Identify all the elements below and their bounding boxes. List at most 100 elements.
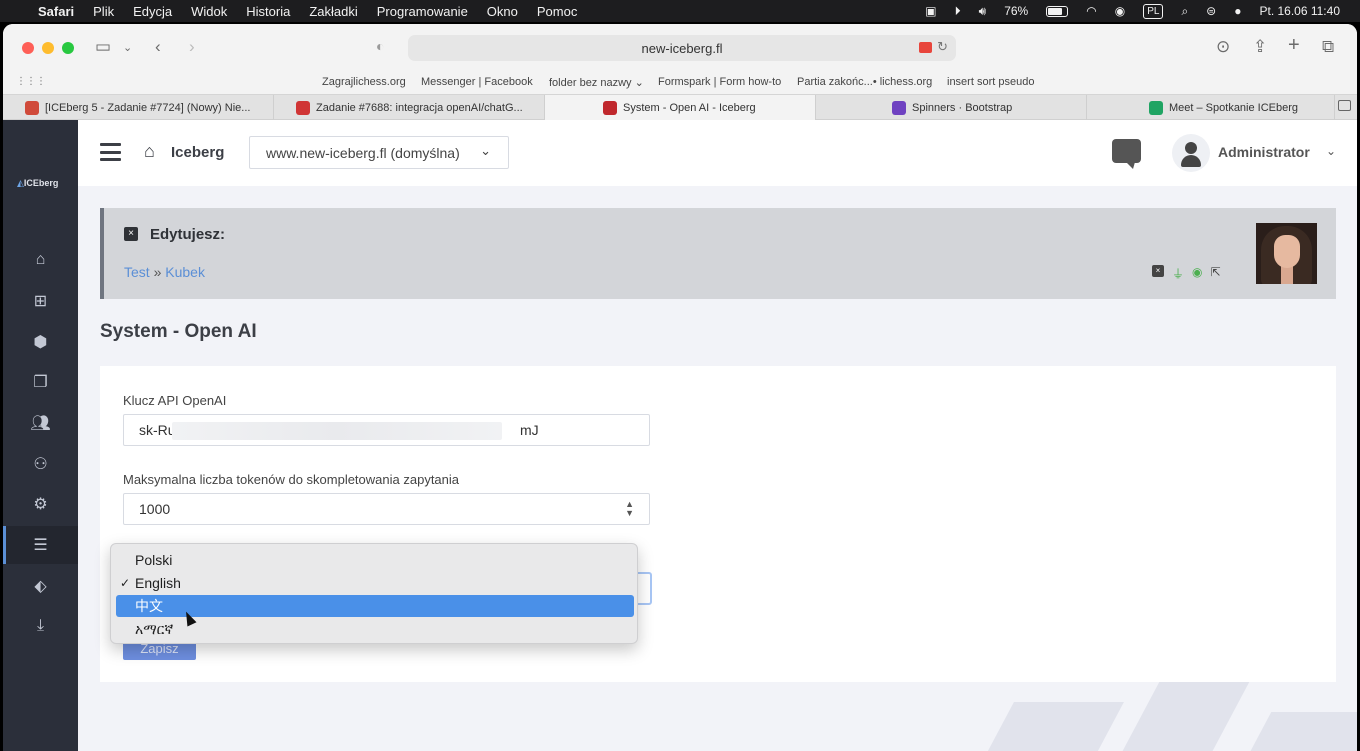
bookmark-item[interactable]: insert sort pseudo (947, 76, 1034, 88)
forward-icon[interactable]: › (189, 37, 195, 57)
privacy-shield-icon[interactable]: ◐ (376, 38, 384, 54)
eye-icon[interactable]: ◉ (1192, 265, 1202, 282)
redacted-area (172, 422, 502, 440)
external-link-icon[interactable]: ⇱ (1211, 265, 1221, 282)
option-polski[interactable]: Polski (116, 549, 634, 571)
gear-icon: ⚙ (33, 496, 48, 513)
breadcrumb-link[interactable]: Kubek (165, 264, 205, 280)
bookmark-item[interactable]: Messenger | Facebook (421, 76, 533, 88)
nav-structure[interactable]: ⊞ (3, 282, 78, 320)
tokens-input[interactable]: 1000 ▲ ▼ (123, 493, 650, 525)
menu-bookmarks[interactable]: Zakładki (309, 4, 357, 19)
nav-groups[interactable]: ⚇ (3, 445, 78, 483)
nav-home[interactable]: ⌂ (3, 241, 78, 279)
stepper-icon[interactable]: ▲ ▼ (625, 500, 634, 518)
page-title: System - Open AI (100, 321, 257, 342)
bookmark-item[interactable]: folder bez nazwy ⌄ (549, 76, 644, 89)
brand-name[interactable]: Iceberg (171, 144, 224, 161)
menu-window[interactable]: Okno (487, 4, 518, 19)
plug-icon[interactable]: ⏚ (1172, 265, 1184, 282)
menu-develop[interactable]: Programowanie (377, 4, 468, 19)
nav-settings[interactable]: ⚙ (3, 485, 78, 523)
close-icon[interactable]: × (1152, 265, 1164, 277)
tab-overview-icon[interactable] (1338, 100, 1351, 111)
home-icon[interactable]: ⌂ (144, 141, 155, 162)
browser-tab-active[interactable]: System - Open AI - Iceberg (545, 95, 816, 120)
status-area: ▣ ⏵ 🔊︎ 76% ◠ ◉ PL ⌕ ⊜ ● Pt. 16.06 11:40 (925, 0, 1340, 22)
site-select-value: www.new-iceberg.fl (domyślna) (266, 144, 460, 161)
breadcrumb-separator: » (153, 264, 162, 280)
browser-tab[interactable]: Zadanie #7688: integracja openAI/chatG..… (274, 95, 545, 120)
control-center-icon[interactable]: ⊜ (1206, 4, 1216, 18)
tab-title: Spinners · Bootstrap (912, 101, 1013, 114)
clock[interactable]: Pt. 16.06 11:40 (1259, 4, 1340, 18)
nav-tags[interactable]: ⬖ (3, 567, 78, 605)
sidebar-toggle-icon[interactable]: ▭ (95, 37, 111, 57)
close-window-button[interactable] (22, 42, 34, 54)
share-icon[interactable]: ⇪ (1253, 37, 1267, 57)
server-icon: ☰ (33, 537, 48, 554)
menu-view[interactable]: Widok (191, 4, 227, 19)
bookmark-item[interactable]: Formspark | Form how-to (658, 76, 781, 88)
close-edit-icon[interactable]: × (124, 227, 138, 241)
logo-text: ICEberg (23, 178, 59, 188)
menu-file[interactable]: Plik (93, 4, 114, 19)
tab-title: System - Open AI - Iceberg (623, 101, 756, 114)
breadcrumb-link[interactable]: Test (124, 264, 150, 280)
app-sidebar: ◭ICEberg ⌂ ⊞ ⬢ ❐ 👥︎ ⚇ ⚙ ☰ ⬖ ⤓ (3, 120, 78, 751)
app-logo[interactable]: ◭ICEberg (17, 178, 58, 189)
option-chinese[interactable]: 中文 (116, 595, 634, 617)
back-icon[interactable]: ‹ (155, 37, 161, 57)
spotlight-icon[interactable]: ⌕ (1181, 4, 1188, 19)
nav-download[interactable]: ⤓ (3, 607, 78, 645)
tab-bar: [ICEberg 5 - Zadanie #7724] (Nowy) Nie..… (3, 94, 1357, 120)
nav-pages[interactable]: ❐ (3, 363, 78, 401)
nav-users[interactable]: 👥︎ (3, 404, 78, 442)
menu-history[interactable]: Historia (246, 4, 290, 19)
volume-icon[interactable]: 🔊︎ (979, 4, 987, 19)
bookmark-item[interactable]: Zagrajlichess.org (322, 76, 406, 88)
browser-tab[interactable]: Spinners · Bootstrap (816, 95, 1087, 120)
edit-banner: × Edytujesz: Test » Kubek × ⏚ ◉ ⇱ (100, 208, 1336, 299)
background-pattern (78, 682, 1357, 751)
api-key-input[interactable]: sk-Ru mJ (123, 414, 650, 446)
browser-tab[interactable]: [ICEberg 5 - Zadanie #7724] (Nowy) Nie..… (3, 95, 274, 120)
input-language[interactable]: PL (1143, 3, 1164, 19)
chevron-down-icon[interactable]: ⌄ (1326, 144, 1336, 158)
menu-toggle-icon[interactable] (100, 143, 121, 161)
address-bar[interactable]: new-iceberg.fl ↻ (408, 35, 956, 61)
chevron-down-icon[interactable]: ⌄ (123, 41, 132, 54)
minimize-window-button[interactable] (42, 42, 54, 54)
window-icon[interactable]: ▣ (925, 4, 936, 18)
nav-system[interactable]: ☰ (3, 526, 78, 564)
menu-app[interactable]: Safari (38, 4, 74, 19)
url-text: new-iceberg.fl (641, 40, 723, 56)
wifi-icon[interactable]: ◠ (1086, 4, 1096, 18)
user-switch-icon[interactable]: ◉ (1115, 4, 1125, 18)
menu-edit[interactable]: Edycja (133, 4, 172, 19)
option-english[interactable]: ✓ English (116, 572, 634, 594)
zoom-window-button[interactable] (62, 42, 74, 54)
battery-icon[interactable] (1046, 5, 1069, 17)
new-tab-icon[interactable]: + (1288, 34, 1300, 57)
screen-record-icon[interactable] (919, 42, 932, 53)
nav-modules[interactable]: ⬢ (3, 323, 78, 361)
tab-favicon (892, 100, 906, 115)
site-select[interactable]: www.new-iceberg.fl (domyślna) ⌄ (249, 136, 509, 169)
chat-icon[interactable] (1112, 139, 1141, 169)
play-icon[interactable]: ⏵ (955, 4, 961, 19)
user-avatar-icon[interactable] (1172, 134, 1210, 172)
user-name[interactable]: Administrator (1218, 144, 1310, 160)
breadcrumb: Test » Kubek (124, 264, 205, 280)
browser-tab[interactable]: Meet – Spotkanie ICEberg (1087, 95, 1335, 120)
chevron-down-icon: ⌄ (480, 143, 491, 158)
grid-icon[interactable]: ⋮⋮⋮ (16, 76, 46, 87)
tab-title: Meet – Spotkanie ICEberg (1169, 101, 1299, 114)
tab-title: Zadanie #7688: integracja openAI/chatG..… (316, 101, 523, 114)
siri-icon[interactable]: ● (1234, 4, 1241, 18)
bookmark-item[interactable]: Partia zakońc...• lichess.org (797, 76, 932, 88)
reload-icon[interactable]: ↻ (937, 39, 948, 55)
menu-help[interactable]: Pomoc (537, 4, 577, 19)
downloads-icon[interactable]: ⊙ (1216, 37, 1230, 57)
tab-overview-icon[interactable]: ⧉ (1322, 37, 1334, 57)
